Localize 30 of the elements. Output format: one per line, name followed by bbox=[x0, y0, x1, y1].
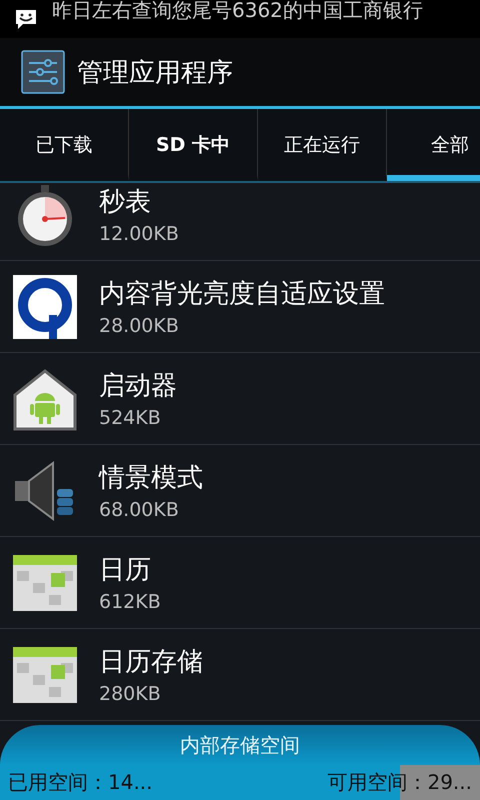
storage-title: 内部存储空间 bbox=[180, 732, 300, 758]
app-name: 启动器 bbox=[99, 370, 177, 403]
app-name: 情景模式 bbox=[99, 462, 203, 495]
app-size: 524KB bbox=[99, 407, 162, 429]
tab[interactable]: 已下载 bbox=[0, 109, 129, 181]
app-row[interactable]: 启动器 524KB bbox=[0, 353, 480, 445]
app-size: 280KB bbox=[99, 683, 162, 705]
tab[interactable]: SD 卡中 bbox=[129, 109, 258, 181]
app-row[interactable]: 日历存储 280KB bbox=[0, 629, 480, 721]
app-row[interactable]: 内容背光亮度自适应设置 28.00KB bbox=[0, 261, 480, 353]
android-home-icon bbox=[13, 366, 77, 430]
screen-title: 管理应用程序 bbox=[77, 56, 233, 90]
app-row[interactable]: 日历 612KB bbox=[0, 537, 480, 629]
app-name: 内容背光亮度自适应设置 bbox=[99, 278, 385, 311]
app-size: 612KB bbox=[99, 591, 161, 613]
app-name: 日历存储 bbox=[99, 646, 203, 679]
tab[interactable]: 正在运行 bbox=[258, 109, 387, 181]
app-size: 28.00KB bbox=[99, 315, 180, 337]
used-space-text: 已用空间：14... bbox=[8, 769, 153, 796]
app-row[interactable]: 情景模式 68.00KB bbox=[0, 445, 480, 537]
app-size: 68.00KB bbox=[99, 499, 180, 521]
tab[interactable]: 全部 bbox=[387, 109, 480, 181]
app-name: 日历 bbox=[99, 554, 152, 587]
app-size: 12.00KB bbox=[99, 223, 179, 245]
app-name: 秒表 bbox=[99, 186, 152, 219]
message-icon bbox=[14, 8, 38, 30]
q-logo-icon bbox=[13, 274, 77, 338]
notification-text: 昨日左右查询您尾号6362的中国工商银行 bbox=[52, 0, 423, 22]
sliders-icon bbox=[21, 50, 65, 94]
app-row[interactable]: 秒表 12.00KB bbox=[0, 183, 480, 261]
